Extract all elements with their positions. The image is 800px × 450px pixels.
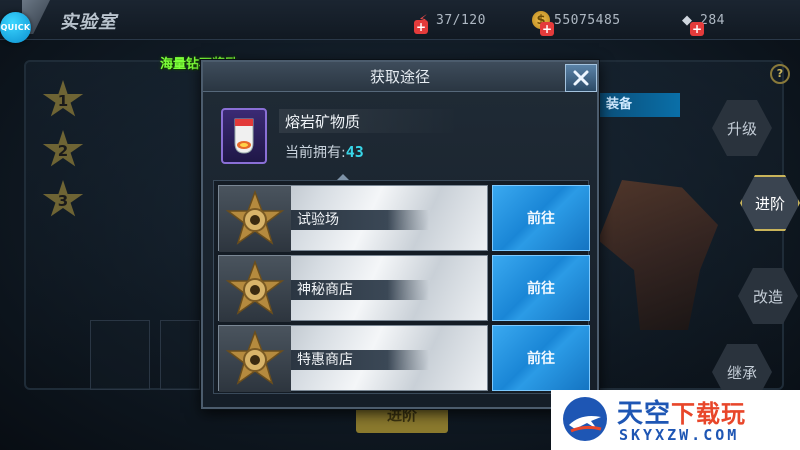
source-row: 试验场 前往 (218, 185, 590, 252)
coin-value: 55075485 (554, 12, 621, 28)
go-button[interactable]: 前往 (492, 255, 590, 321)
source-name: 特惠商店 (297, 352, 353, 368)
medal-icon (219, 256, 291, 322)
gold-star-medal-icon (226, 190, 284, 245)
help-icon[interactable]: ? (770, 64, 790, 84)
owned-count: 当前拥有:43 (285, 142, 364, 162)
slot-number: 1 (57, 92, 69, 110)
source-list: 试验场 前往 神秘商店 前往 特惠商店 前往 (213, 180, 590, 394)
page-title: 实验室 (60, 12, 117, 33)
slot-number: 3 (57, 192, 69, 210)
site-logo-icon (563, 397, 607, 441)
source-card: 试验场 (218, 185, 488, 252)
lava-mineral-icon (234, 118, 254, 154)
source-card: 特惠商店 (218, 325, 488, 392)
go-button[interactable]: 前往 (492, 325, 590, 391)
add-coin-icon[interactable]: + (540, 22, 554, 36)
close-icon (573, 70, 589, 86)
dialog-title: 获取途径 (369, 68, 430, 86)
item-icon-frame (221, 108, 267, 164)
source-row: 神秘商店 前往 (218, 255, 590, 322)
medal-icon (219, 326, 291, 392)
bg-slot-box (90, 320, 150, 390)
go-button[interactable]: 前往 (492, 185, 590, 251)
owned-label: 当前拥有: (285, 145, 346, 161)
watermark-cn: 天空下载玩 (617, 393, 746, 430)
item-name: 熔岩矿物质 (285, 113, 361, 131)
energy-value: 37/120 (436, 12, 486, 28)
slot-number: 2 (57, 142, 69, 160)
equip-tab[interactable]: 装备 (600, 93, 680, 117)
add-diamond-icon[interactable]: + (690, 22, 704, 36)
quick-button[interactable]: QUICK (0, 12, 31, 43)
watermark-cn-sub: 下载玩 (671, 400, 747, 428)
close-button[interactable] (565, 64, 597, 92)
source-name: 试验场 (297, 212, 339, 228)
source-card: 神秘商店 (218, 255, 488, 322)
bg-slot-box (160, 320, 200, 390)
owned-value: 43 (345, 143, 364, 161)
source-name: 神秘商店 (297, 282, 353, 298)
add-energy-icon[interactable]: + (414, 20, 428, 34)
watermark-en: SKYXZW.COM (619, 426, 740, 444)
site-watermark: 天空下载玩 SKYXZW.COM (551, 390, 800, 450)
gold-star-medal-icon (226, 330, 284, 385)
obtain-source-dialog: 获取途径 熔岩矿物质 当前拥有:43 试验场 前往 神秘商店 前往 特惠商店 前… (201, 60, 599, 409)
gold-star-medal-icon (226, 260, 284, 315)
medal-icon (219, 186, 291, 252)
watermark-cn-main: 天空 (617, 399, 672, 429)
source-row: 特惠商店 前往 (218, 325, 590, 392)
